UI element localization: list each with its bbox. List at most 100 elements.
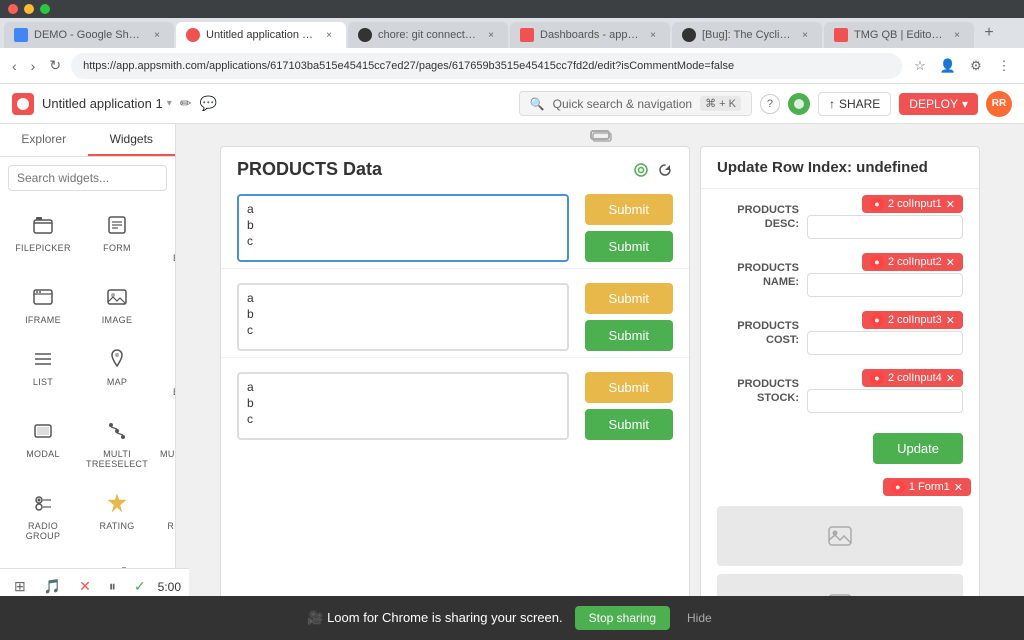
app-name-display[interactable]: Untitled application 1 ▾: [42, 96, 172, 111]
colinput4-close[interactable]: ✕: [946, 372, 955, 385]
sidebar-item-image[interactable]: IMAGE: [82, 275, 152, 333]
colinput1-badge[interactable]: ● 2 colInput1 ✕: [862, 195, 963, 213]
form-textarea-3[interactable]: a b c: [237, 372, 569, 440]
sidebar-item-multitreeselect[interactable]: MULTI TREESELECT: [82, 409, 152, 477]
radiogroup-label: RADIO GROUP: [12, 521, 74, 541]
update-button[interactable]: Update: [873, 433, 963, 464]
modal-label: MODAL: [26, 449, 60, 459]
submit-green-button-2[interactable]: Submit: [585, 320, 673, 351]
sidebar-item-richtexteditor[interactable]: RICH TEXT EDITOR: [156, 481, 175, 549]
field-row-products-desc: PRODUCTS DESC: ● 2 colInput1 ✕: [701, 189, 979, 239]
sidebar-item-input[interactable]: INPUT: [156, 275, 175, 333]
products-name-input[interactable]: [807, 273, 963, 297]
form1-dot: ●: [891, 480, 905, 494]
map-icon: [103, 345, 131, 373]
tab-widgets[interactable]: Widgets: [88, 124, 176, 156]
deploy-caret: ▾: [962, 97, 968, 111]
sidebar-item-filepicker[interactable]: FILEPICKER: [8, 203, 78, 271]
colinput3-close[interactable]: ✕: [946, 314, 955, 327]
form-icon: [103, 211, 131, 239]
canvas-inner: PRODUCTS Data a: [176, 146, 1024, 640]
edit-icon[interactable]: ✏: [180, 95, 192, 112]
sidebar-item-list[interactable]: LIST: [8, 337, 78, 405]
colinput1-label: 2 colInput1: [888, 198, 942, 210]
notification-message: 🎥 Loom for Chrome is sharing your screen…: [307, 610, 562, 626]
products-panel-title: PRODUCTS Data: [237, 159, 382, 180]
sidebar-item-multiselect[interactable]: MULTISELECT: [156, 409, 175, 477]
products-cost-input[interactable]: [807, 331, 963, 355]
tab-close-1[interactable]: ×: [150, 28, 164, 42]
form-textarea-2[interactable]: a b c: [237, 283, 569, 351]
sidebar-item-menubutton[interactable]: MENU BUTTON: [156, 337, 175, 405]
tab-close-2[interactable]: ×: [322, 28, 336, 42]
sidebar-item-map[interactable]: MAP: [82, 337, 152, 405]
browser-tab-4[interactable]: Dashboards - appsmith... ×: [510, 22, 670, 48]
app-header: Untitled application 1 ▾ ✏ 💬 🔍 Quick sea…: [0, 84, 1024, 124]
canvas-top-indicator: [176, 124, 1024, 146]
colinput2-badge[interactable]: ● 2 colInput2 ✕: [862, 253, 963, 271]
sidebar-item-modal[interactable]: MODAL: [8, 409, 78, 477]
submit-yellow-button-2[interactable]: Submit: [585, 283, 673, 314]
url-input[interactable]: https://app.appsmith.com/applications/61…: [71, 53, 902, 79]
comment-icon[interactable]: 💬: [199, 95, 216, 112]
sidebar-item-iframe[interactable]: IFRAME: [8, 275, 78, 333]
tab-close-4[interactable]: ×: [646, 28, 660, 42]
back-button[interactable]: ‹: [8, 54, 21, 78]
main-layout: Explorer Widgets FILEPICKER FORM: [0, 124, 1024, 640]
extensions-icon[interactable]: ⚙: [964, 54, 988, 78]
field-row-products-stock: PRODUCTS STOCK: ● 2 colInput4 ✕: [701, 363, 979, 413]
form-row-3-buttons: Submit Submit: [585, 372, 673, 440]
form1-badge[interactable]: ● 1 Form1 ✕: [883, 478, 971, 496]
share-button[interactable]: ↑ SHARE: [818, 92, 891, 116]
products-name-label: PRODUCTS NAME:: [717, 261, 807, 290]
panel-settings-button[interactable]: [633, 162, 649, 178]
products-desc-input[interactable]: [807, 215, 963, 239]
browser-tab-1[interactable]: DEMO - Google Sheets ×: [4, 22, 174, 48]
image-placeholder-1: [717, 506, 963, 566]
colinput1-close[interactable]: ✕: [946, 198, 955, 211]
form1-close[interactable]: ✕: [954, 481, 963, 494]
sidebar-item-rating[interactable]: RATING: [82, 481, 152, 549]
sidebar-item-radiogroup[interactable]: RADIO GROUP: [8, 481, 78, 549]
tab-close-3[interactable]: ×: [484, 28, 498, 42]
sidebar-item-iconbutton[interactable]: ICON BUTTON: [156, 203, 175, 271]
panel-refresh-button[interactable]: [657, 162, 673, 178]
colinput3-badge[interactable]: ● 2 colInput3 ✕: [862, 311, 963, 329]
reload-button[interactable]: ↻: [45, 53, 65, 78]
browser-tab-3[interactable]: chore: git connect cypre... ×: [348, 22, 508, 48]
products-stock-input[interactable]: [807, 389, 963, 413]
submit-green-button-3[interactable]: Submit: [585, 409, 673, 440]
rating-icon: [103, 489, 131, 517]
colinput4-badge[interactable]: ● 2 colInput4 ✕: [862, 369, 963, 387]
submit-green-button-1[interactable]: Submit: [585, 231, 673, 262]
tab-close-5[interactable]: ×: [798, 28, 812, 42]
forward-button[interactable]: ›: [27, 54, 40, 78]
hide-button[interactable]: Hide: [682, 606, 717, 630]
new-tab-button[interactable]: +: [976, 20, 1002, 46]
browser-tab-6[interactable]: TMG QB | Editor | Apps... ×: [824, 22, 974, 48]
filepicker-icon: [29, 211, 57, 239]
deploy-button[interactable]: DEPLOY ▾: [899, 93, 978, 115]
user-avatar[interactable]: RR: [986, 91, 1012, 117]
products-desc-field: ● 2 colInput1 ✕: [807, 195, 963, 239]
submit-yellow-button-3[interactable]: Submit: [585, 372, 673, 403]
colinput2-close[interactable]: ✕: [946, 256, 955, 269]
stop-sharing-button[interactable]: Stop sharing: [575, 606, 670, 630]
products-panel: PRODUCTS Data a: [220, 146, 690, 606]
bookmark-icon[interactable]: ☆: [908, 54, 932, 78]
tab-explorer[interactable]: Explorer: [0, 124, 88, 156]
submit-yellow-button-1[interactable]: Submit: [585, 194, 673, 225]
share-icon: ↑: [829, 97, 835, 111]
form-textarea-1[interactable]: a b c: [237, 194, 569, 262]
quick-search-box[interactable]: 🔍 Quick search & navigation ⌘ + K: [519, 91, 752, 116]
tab-close-6[interactable]: ×: [950, 28, 964, 42]
help-icon[interactable]: ?: [760, 94, 780, 114]
browser-tab-2[interactable]: Untitled application 1 | E... ×: [176, 22, 346, 48]
browser-tab-5[interactable]: [Bug]: The Cyclic depen... ×: [672, 22, 822, 48]
more-icon[interactable]: ⋮: [992, 54, 1016, 78]
profile-icon[interactable]: 👤: [936, 54, 960, 78]
widget-search-input[interactable]: [8, 165, 167, 191]
filepicker-label: FILEPICKER: [15, 243, 71, 253]
sidebar-item-form[interactable]: FORM: [82, 203, 152, 271]
colinput4-dot: ●: [870, 371, 884, 385]
